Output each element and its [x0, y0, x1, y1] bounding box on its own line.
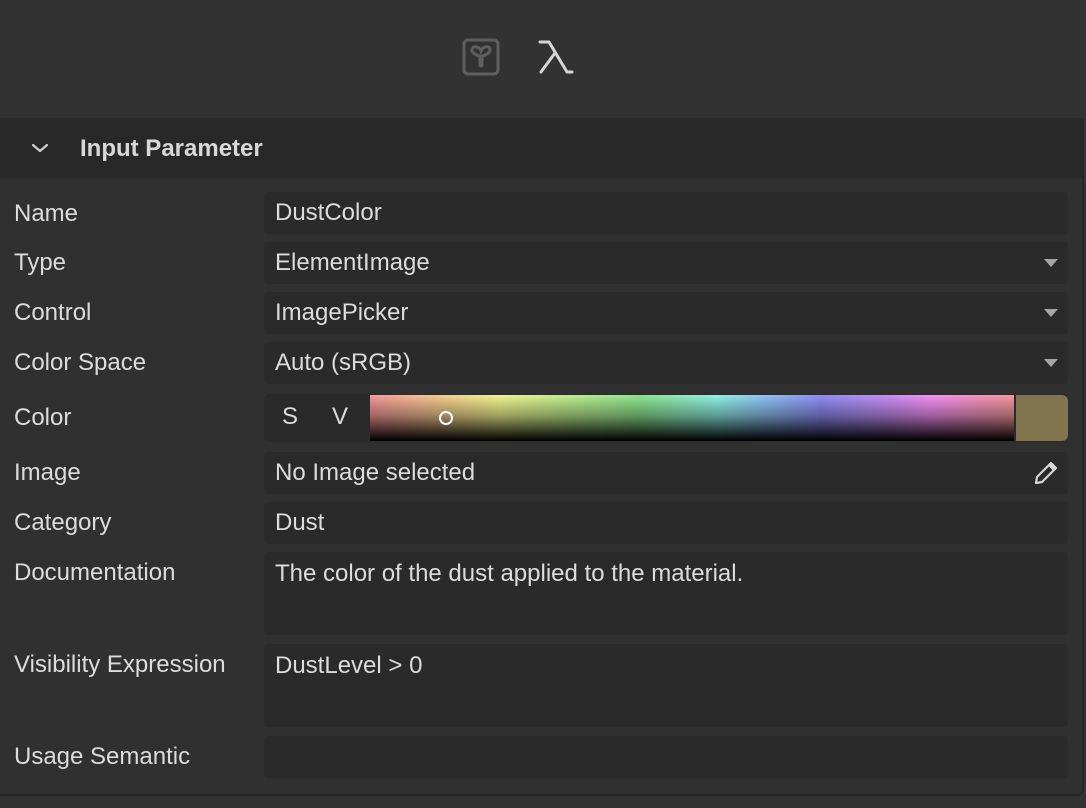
visibility-expression-textarea[interactable]: DustLevel > 0	[264, 644, 1068, 727]
input-parameter-panel: Input Parameter Name DustColor Type Elem…	[0, 118, 1084, 796]
color-picker: S V	[264, 394, 1068, 442]
type-value: ElementImage	[275, 249, 430, 276]
node-graph-button[interactable]	[462, 38, 500, 76]
category-input[interactable]: Dust	[264, 502, 1068, 544]
category-value: Dust	[275, 509, 325, 536]
dropdown-arrow-icon	[1044, 359, 1058, 367]
color-spectrum-thumb[interactable]	[439, 411, 453, 425]
visibility-expression-label: Visibility Expression	[14, 651, 226, 678]
name-label: Name	[14, 200, 79, 227]
type-label: Type	[14, 249, 67, 276]
usage-semantic-input[interactable]	[264, 736, 1068, 778]
color-label: Color	[14, 404, 72, 431]
documentation-label: Documentation	[14, 559, 176, 586]
color-space-dropdown[interactable]: Auto (sRGB)	[264, 342, 1068, 384]
usage-semantic-label: Usage Semantic	[14, 743, 191, 770]
color-space-value: Auto (sRGB)	[275, 349, 412, 376]
panel-title: Input Parameter	[80, 135, 263, 162]
node-graph-icon	[462, 38, 500, 76]
image-field[interactable]: No Image selected	[264, 452, 1068, 494]
documentation-value: The color of the dust applied to the mat…	[275, 560, 744, 587]
name-value: DustColor	[275, 199, 382, 226]
image-value: No Image selected	[275, 459, 476, 486]
saturation-mode-button[interactable]: S	[282, 403, 298, 431]
toolbar	[0, 0, 1086, 118]
dropdown-arrow-icon	[1044, 259, 1058, 267]
control-label: Control	[14, 299, 92, 326]
type-dropdown[interactable]: ElementImage	[264, 242, 1068, 284]
visibility-expression-value: DustLevel > 0	[275, 652, 423, 679]
chevron-down-icon[interactable]	[30, 140, 50, 156]
color-swatch[interactable]	[1016, 395, 1068, 441]
documentation-textarea[interactable]: The color of the dust applied to the mat…	[264, 552, 1068, 635]
panel-header[interactable]: Input Parameter	[0, 118, 1082, 178]
control-dropdown[interactable]: ImagePicker	[264, 292, 1068, 334]
color-space-label: Color Space	[14, 349, 147, 376]
control-value: ImagePicker	[275, 299, 409, 326]
category-label: Category	[14, 509, 112, 536]
lambda-button[interactable]	[536, 38, 574, 76]
value-mode-button[interactable]: V	[332, 403, 348, 431]
pencil-icon	[1034, 461, 1058, 485]
edit-image-button[interactable]	[1024, 452, 1068, 494]
image-label: Image	[14, 459, 81, 486]
dropdown-arrow-icon	[1044, 309, 1058, 317]
color-spectrum[interactable]	[370, 395, 1014, 441]
lambda-icon	[538, 40, 574, 74]
name-input[interactable]: DustColor	[264, 192, 1068, 234]
